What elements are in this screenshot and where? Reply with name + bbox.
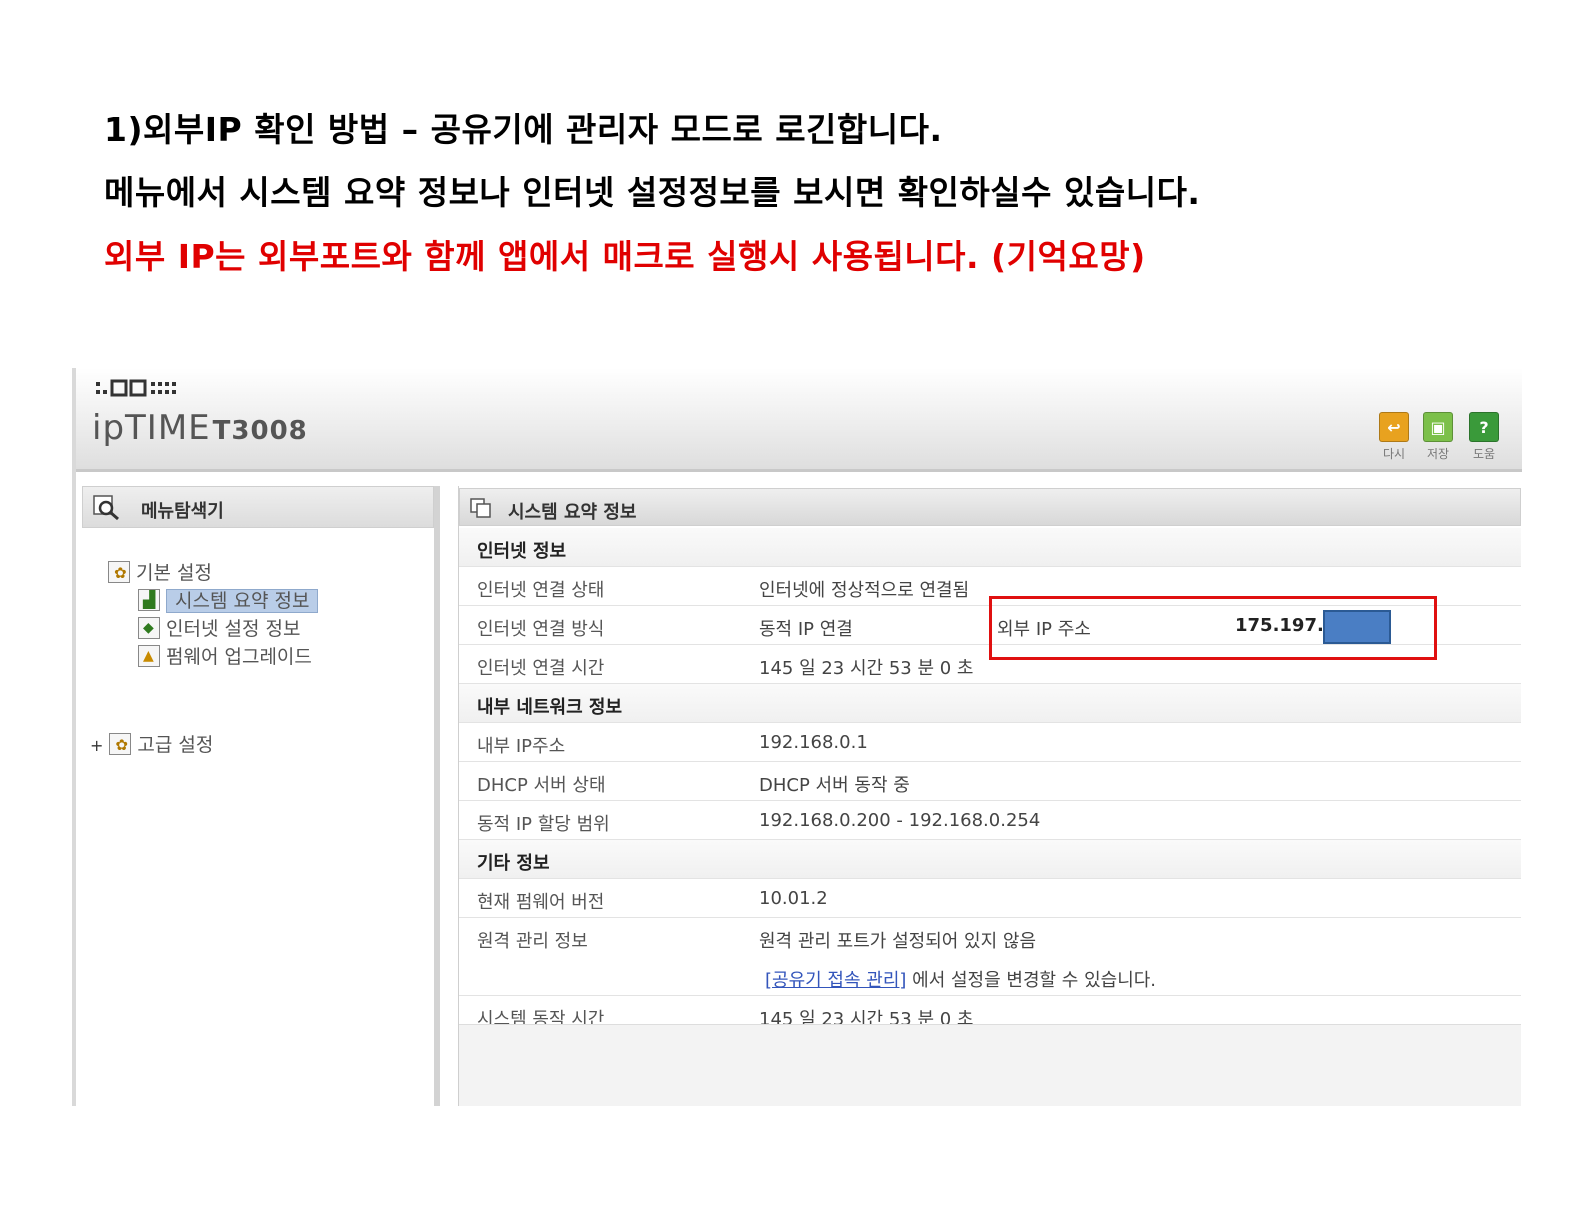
row-label: 인터넷 연결 시간 [477,658,605,679]
section-internet: 인터넷 정보 [459,528,1521,567]
menu-explorer: 메뉴탐색기 기본 설정 시스템 요약 정보 인터넷 설정 정보 펌웨어 업그레이… [82,486,440,1106]
row-label: 원격 관리 정보 [477,931,588,952]
tree-advanced-settings[interactable]: + 고급 설정 [90,730,213,757]
undo-label: 다시 [1382,447,1406,461]
table-row: 동적 IP 할당 범위 192.168.0.200 - 192.168.0.25… [459,801,1521,840]
instruction-line-1: 1)외부IP 확인 방법 – 공유기에 관리자 모드로 로긴합니다. [104,110,943,149]
tree-item-system-summary[interactable]: 시스템 요약 정보 [138,586,319,613]
save-label: 저장 [1426,447,1450,461]
row-value: 192.168.0.1 [759,732,868,753]
menu-explorer-header: 메뉴탐색기 [82,486,434,528]
panel-header: 시스템 요약 정보 [459,488,1521,526]
table-row: DHCP 서버 상태 DHCP 서버 동작 중 [459,762,1521,801]
tree-basic-label: 기본 설정 [136,562,212,584]
row-value: [공유기 접속 관리] 에서 설정을 변경할 수 있습니다. [765,966,1156,992]
tree-item-label: 펌웨어 업그레이드 [166,646,312,668]
tree-item-firmware-upgrade[interactable]: 펌웨어 업그레이드 [138,642,312,669]
table-row: 원격 관리 정보 원격 관리 포트가 설정되어 있지 않음 [459,918,1521,957]
chart-icon [138,589,160,611]
row-label: DHCP 서버 상태 [477,775,606,796]
row-value: 192.168.0.200 - 192.168.0.254 [759,810,1041,831]
table-row: 내부 IP주소 192.168.0.1 [459,723,1521,762]
undo-button[interactable]: ↩ 다시 [1376,412,1412,462]
save-button[interactable]: ▣ 저장 [1420,412,1456,462]
network-icon [138,617,160,639]
help-label: 도움 [1472,447,1496,461]
expand-plus-icon[interactable]: + [90,736,103,755]
brand-logo: ipTIMET3008 [92,408,308,448]
highlight-box [989,596,1437,660]
section-etc: 기타 정보 [459,840,1521,879]
table-row: [공유기 접속 관리] 에서 설정을 변경할 수 있습니다. [459,957,1521,996]
remote-hint-text: 에서 설정을 변경할 수 있습니다. [906,970,1157,991]
router-admin-screenshot: ipTIMET3008 ↩ 다시 ▣ 저장 ? 도움 메뉴탐색기 기본 설정 [72,368,1522,1106]
folder-gear-icon [108,561,130,583]
row-value: 인터넷에 정상적으로 연결됨 [759,580,970,601]
firmware-icon [138,645,160,667]
row-label: 동적 IP 할당 범위 [477,814,610,835]
row-label: 내부 IP주소 [477,736,566,757]
help-button[interactable]: ? 도움 [1466,412,1502,462]
table-row: 현재 펌웨어 버전 10.01.2 [459,879,1521,918]
model-name: T3008 [212,416,308,446]
tree-basic-settings[interactable]: 기본 설정 [108,558,212,585]
brand-name: ipTIME [92,408,211,448]
row-value: 145 일 23 시간 53 분 0 초 [759,658,974,679]
panel-footer [459,1024,1521,1106]
pages-icon [470,498,491,518]
tree-advanced-label: 고급 설정 [137,734,214,756]
router-access-link[interactable]: [공유기 접속 관리] [765,970,906,991]
tree-item-label: 시스템 요약 정보 [166,589,319,613]
row-label: 인터넷 연결 상태 [477,580,605,601]
folder-gear-icon [109,733,132,755]
system-summary-panel: 시스템 요약 정보 인터넷 정보 인터넷 연결 상태 인터넷에 정상적으로 연결… [458,486,1521,1106]
row-label: 인터넷 연결 방식 [477,619,605,640]
row-label: 현재 펌웨어 버전 [477,892,605,913]
panel-title: 시스템 요약 정보 [508,502,637,523]
tree-item-label: 인터넷 설정 정보 [166,618,301,640]
menu-explorer-title: 메뉴탐색기 [141,501,224,522]
row-value: DHCP 서버 동작 중 [759,775,910,796]
section-label: 기타 정보 [477,853,550,874]
row-value: 동적 IP 연결 [759,619,853,640]
undo-icon: ↩ [1379,412,1409,442]
row-value: 10.01.2 [759,888,828,909]
help-icon: ? [1469,412,1499,442]
magnifier-icon [93,495,119,521]
tree-item-internet-settings[interactable]: 인터넷 설정 정보 [138,614,300,641]
section-lan: 내부 네트워크 정보 [459,684,1521,723]
logo-dots-icon [96,379,176,397]
row-value: 원격 관리 포트가 설정되어 있지 않음 [759,931,1037,952]
instruction-line-3: 외부 IP는 외부포트와 함께 앱에서 매크로 실행시 사용됩니다. (기억요망… [104,237,1146,276]
router-header: ipTIMET3008 ↩ 다시 ▣ 저장 ? 도움 [76,368,1522,472]
section-label: 인터넷 정보 [477,541,567,562]
save-icon: ▣ [1423,412,1453,442]
section-label: 내부 네트워크 정보 [477,697,623,718]
instruction-line-2: 메뉴에서 시스템 요약 정보나 인터넷 설정정보를 보시면 확인하실수 있습니다… [104,173,1201,212]
